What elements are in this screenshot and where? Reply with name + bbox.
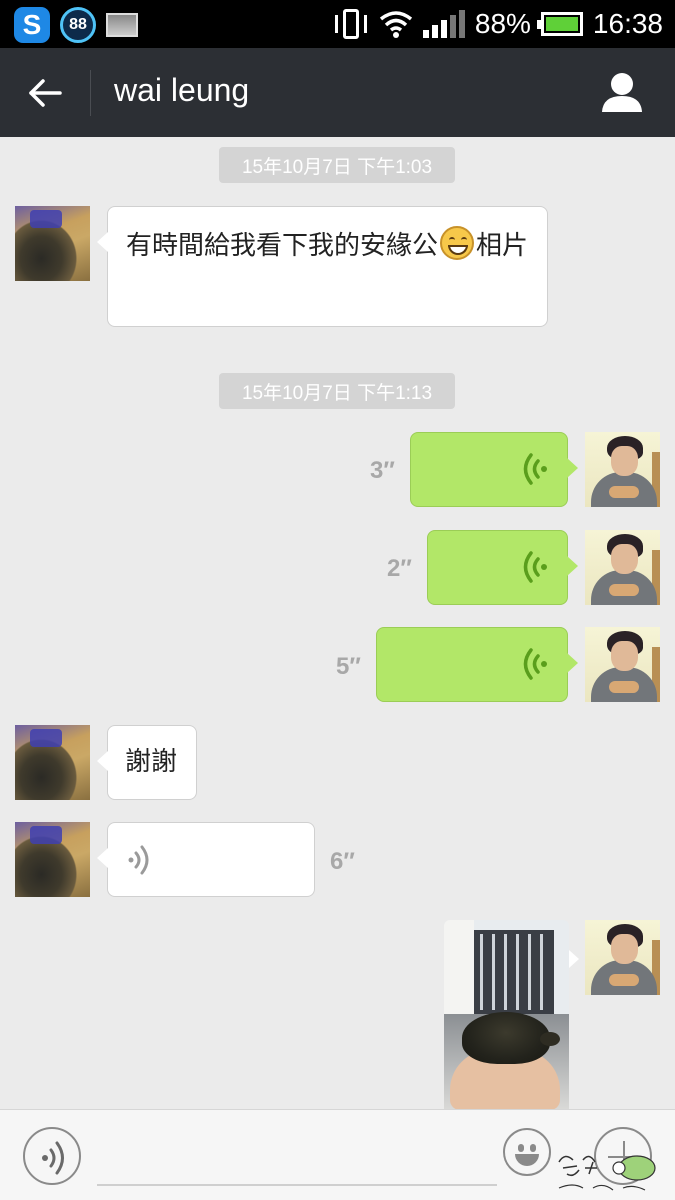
my-avatar[interactable]	[585, 432, 660, 507]
voice-duration: 2″	[387, 555, 412, 582]
status-bar: S 88 88% 16:38	[0, 0, 675, 48]
contact-avatar[interactable]	[15, 725, 90, 800]
bubble-tail	[97, 848, 108, 868]
received-text-bubble[interactable]: 謝謝	[97, 725, 197, 800]
arrow-left-icon	[29, 79, 62, 107]
turtle-logo-watermark	[558, 1155, 656, 1191]
timestamp: 15年10月7日 下午1:13	[219, 373, 455, 409]
bubble-tail	[569, 950, 579, 968]
signal-icon	[422, 10, 465, 38]
message-text: 謝謝	[125, 747, 178, 777]
badge-88-icon: 88	[60, 7, 96, 43]
smiley-icon	[515, 1154, 539, 1166]
chat-header: wai leung	[0, 48, 675, 137]
turtle-photo	[462, 1012, 550, 1064]
my-avatar[interactable]	[585, 920, 660, 995]
message-text: 有時間給我看下我的安緣公 相片	[126, 226, 529, 266]
sent-voice-bubble[interactable]	[410, 432, 578, 507]
wifi-icon	[379, 11, 412, 38]
received-text-bubble[interactable]: 有時間給我看下我的安緣公 相片	[97, 206, 548, 327]
timestamp: 15年10月7日 下午1:03	[219, 147, 455, 183]
back-button[interactable]	[20, 70, 70, 116]
profile-button[interactable]	[599, 70, 645, 116]
bubble-tail	[567, 556, 578, 576]
voice-duration: 3″	[370, 457, 395, 484]
contact-avatar[interactable]	[15, 822, 90, 897]
status-right-icons: 88% 16:38	[333, 4, 663, 44]
s-app-icon: S	[14, 7, 50, 43]
voice-duration: 6″	[330, 848, 355, 875]
bubble-tail	[97, 751, 108, 771]
message-list[interactable]: 15年10月7日 下午1:03 有時間給我看下我的安緣公 相片 15年10月7日 …	[0, 137, 675, 1109]
my-avatar[interactable]	[585, 530, 660, 605]
chat-title: wai leung	[114, 72, 250, 108]
sent-image-message[interactable]	[444, 920, 569, 1109]
voice-duration: 5″	[336, 653, 361, 680]
voice-wave-icon	[523, 551, 547, 583]
my-avatar[interactable]	[585, 627, 660, 702]
input-bar	[0, 1109, 675, 1200]
bubble-tail	[567, 653, 578, 673]
bubble-tail	[567, 458, 578, 478]
clock: 16:38	[592, 8, 663, 39]
grinning-face-emoji	[440, 226, 475, 260]
bubble-tail	[97, 232, 108, 252]
vibrate-icon	[333, 7, 369, 41]
image-notification-icon	[106, 13, 138, 37]
emoji-button[interactable]	[503, 1128, 551, 1176]
received-voice-bubble[interactable]	[97, 822, 315, 897]
voice-wave-icon	[523, 453, 547, 485]
battery-icon	[536, 12, 583, 36]
voice-input-toggle[interactable]	[23, 1127, 81, 1185]
contact-avatar[interactable]	[15, 206, 90, 281]
voice-wave-icon	[128, 845, 149, 875]
sent-voice-bubble[interactable]	[427, 530, 578, 605]
battery-percent: 88%	[474, 8, 531, 39]
message-input[interactable]	[97, 1128, 497, 1186]
voice-wave-icon	[42, 1141, 64, 1175]
voice-wave-icon	[523, 648, 547, 680]
person-icon	[602, 73, 642, 112]
sent-voice-bubble[interactable]	[376, 627, 578, 702]
header-divider	[90, 70, 91, 116]
status-left-icons: S 88	[14, 7, 138, 43]
